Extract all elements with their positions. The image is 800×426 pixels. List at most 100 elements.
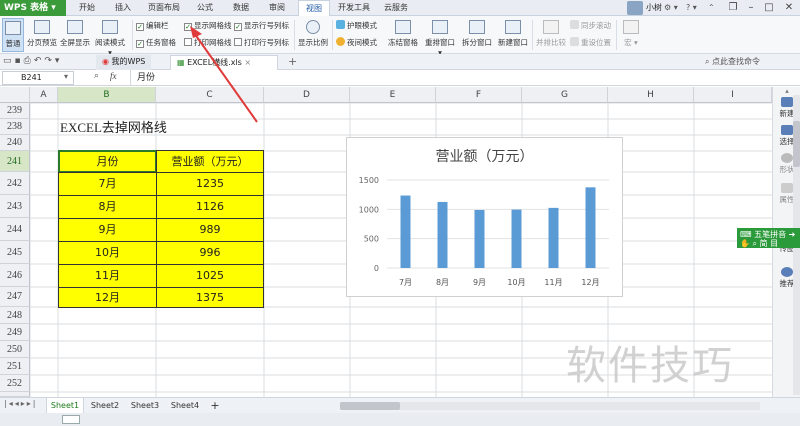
user-name[interactable]: 小树 [646, 0, 662, 16]
new-tab-icon[interactable]: + [288, 55, 297, 68]
page-break-button[interactable]: 分页预览 [26, 18, 58, 52]
eye-mode-button[interactable]: 护眼模式 [336, 19, 377, 33]
chart-bar[interactable] [511, 209, 522, 268]
menu-insert[interactable]: 插入 [108, 0, 138, 16]
find-command[interactable]: ⌕ 点此查找命令 [705, 56, 760, 67]
row-header[interactable]: 247 [0, 287, 30, 307]
column-header-f[interactable]: F [436, 87, 522, 103]
task-pane-checkbox[interactable]: ✓ 任务窗格 [136, 36, 176, 50]
rearrange-button[interactable]: 重排窗口 ▾ [422, 18, 458, 57]
normal-view-button[interactable]: 普通 [2, 18, 24, 52]
tab-my-wps[interactable]: ◉ 我的WPS [96, 55, 152, 70]
row-header[interactable]: 238 [0, 119, 30, 135]
row-header[interactable]: 245 [0, 241, 30, 264]
column-header-a[interactable]: A [30, 87, 58, 103]
chart-bar[interactable] [437, 201, 448, 268]
row-header[interactable]: 251 [0, 358, 30, 375]
chart-bar[interactable] [585, 187, 596, 268]
table-cell[interactable]: 9月 [58, 218, 157, 242]
table-cell[interactable]: 996 [156, 241, 264, 265]
row-header[interactable]: 248 [0, 307, 30, 324]
reset-position-button[interactable]: 重设位置 [570, 36, 611, 50]
table-header-month[interactable]: 月份 [58, 150, 157, 173]
table-cell[interactable]: 11月 [58, 264, 157, 288]
table-cell[interactable]: 7月 [58, 172, 157, 196]
save-icon[interactable]: ▪ [15, 56, 24, 66]
row-header[interactable]: 241 [0, 151, 30, 172]
row-header[interactable]: 250 [0, 341, 30, 358]
status-icon[interactable] [62, 415, 80, 424]
restore-icon[interactable]: ❐ [724, 0, 742, 16]
reading-mode-button[interactable]: 阅读模式 ▾ [92, 18, 128, 57]
open-icon[interactable]: ▭ [3, 56, 15, 66]
row-header[interactable]: 246 [0, 264, 30, 287]
chart-bar[interactable] [548, 207, 559, 268]
first-sheet-icon[interactable]: |◂ [4, 399, 15, 408]
zoom-formula-icon[interactable]: ⌕ [94, 71, 99, 81]
macro-button[interactable]: 宏 ▾ [620, 18, 642, 52]
table-cell[interactable]: 1126 [156, 195, 264, 219]
select-all-corner[interactable] [0, 87, 30, 103]
table-cell[interactable]: 1375 [156, 287, 264, 308]
row-header[interactable]: 244 [0, 218, 30, 241]
fx-icon[interactable]: fx [110, 71, 117, 81]
menu-view[interactable]: 视图 [298, 0, 330, 17]
row-header[interactable]: 242 [0, 172, 30, 195]
table-cell[interactable]: 989 [156, 218, 264, 242]
menu-review[interactable]: 审阅 [262, 0, 292, 16]
menu-cloud[interactable]: 云服务 [378, 0, 414, 16]
scrollbar-thumb[interactable] [340, 402, 400, 410]
table-cell[interactable]: 12月 [58, 287, 157, 308]
menu-data[interactable]: 数据 [226, 0, 256, 16]
settings-icon[interactable]: ⚙ ▾ [664, 0, 678, 16]
redo-icon[interactable]: ↷ [44, 56, 55, 66]
table-header-revenue[interactable]: 营业额（万元） [156, 150, 264, 173]
menu-formula[interactable]: 公式 [190, 0, 220, 16]
side-by-side-button[interactable]: 并排比较 [535, 18, 567, 52]
avatar[interactable] [627, 1, 643, 15]
horizontal-scrollbar[interactable] [340, 402, 760, 410]
row-header[interactable]: 249 [0, 324, 30, 341]
print-icon[interactable]: ⎙ [24, 56, 34, 66]
edit-bar-checkbox[interactable]: ✓ 编辑栏 [136, 19, 169, 33]
row-header[interactable]: 252 [0, 375, 30, 392]
column-header-h[interactable]: H [608, 87, 694, 103]
ime-toolbar[interactable]: ⌨ 五笔拼音 ➜ ✋ ⌕ 简 目 [737, 228, 800, 248]
zoom-button[interactable]: 显示比例 [298, 18, 328, 52]
close-icon[interactable]: ✕ [778, 0, 800, 16]
add-sheet-button[interactable]: + [206, 398, 224, 414]
sheet-title-cell[interactable]: EXCEL去掉网格线 [60, 117, 167, 138]
app-menu-button[interactable]: WPS 表格 ▾ [0, 0, 66, 16]
menu-developer[interactable]: 开发工具 [334, 0, 374, 16]
column-header-i[interactable]: I [694, 87, 772, 103]
undo-icon[interactable]: ↶ [34, 56, 45, 66]
scrollbar-thumb[interactable] [793, 121, 800, 167]
maximize-icon[interactable]: □ [760, 0, 778, 16]
table-cell[interactable]: 1235 [156, 172, 264, 196]
more-icon[interactable]: ▾ [55, 56, 63, 66]
tab-sheet3[interactable]: Sheet3 [126, 398, 164, 414]
minimize-icon[interactable]: – [742, 0, 760, 16]
new-window-button[interactable]: 新建窗口 [496, 18, 530, 52]
tab-sheet2[interactable]: Sheet2 [86, 398, 124, 414]
column-header-d[interactable]: D [264, 87, 350, 103]
table-cell[interactable]: 1025 [156, 264, 264, 288]
menu-page-layout[interactable]: 页面布局 [144, 0, 184, 16]
tab-sheet4[interactable]: Sheet4 [166, 398, 204, 414]
column-header-e[interactable]: E [350, 87, 436, 103]
bar-chart[interactable]: 营业额（万元） 0 500 1000 1500 7月 8月 9月 10月 11月 12月 [346, 137, 623, 297]
menu-home[interactable]: 开始 [72, 0, 102, 16]
name-box-dropdown-icon[interactable]: ▾ [64, 72, 68, 81]
column-header-g[interactable]: G [522, 87, 608, 103]
row-header[interactable]: 243 [0, 195, 30, 218]
tab-sheet1[interactable]: Sheet1 [46, 398, 84, 414]
collapse-ribbon-icon[interactable]: ⌃ [708, 0, 715, 16]
split-window-button[interactable]: 拆分窗口 [460, 18, 494, 52]
table-cell[interactable]: 10月 [58, 241, 157, 265]
last-sheet-icon[interactable]: ▸| [27, 399, 38, 408]
chart-bar[interactable] [400, 195, 411, 268]
sync-scroll-button[interactable]: 同步滚动 [570, 19, 611, 33]
fullscreen-button[interactable]: 全屏显示 [60, 18, 90, 52]
freeze-panes-button[interactable]: 冻结窗格 [386, 18, 420, 52]
row-header[interactable]: 240 [0, 135, 30, 151]
